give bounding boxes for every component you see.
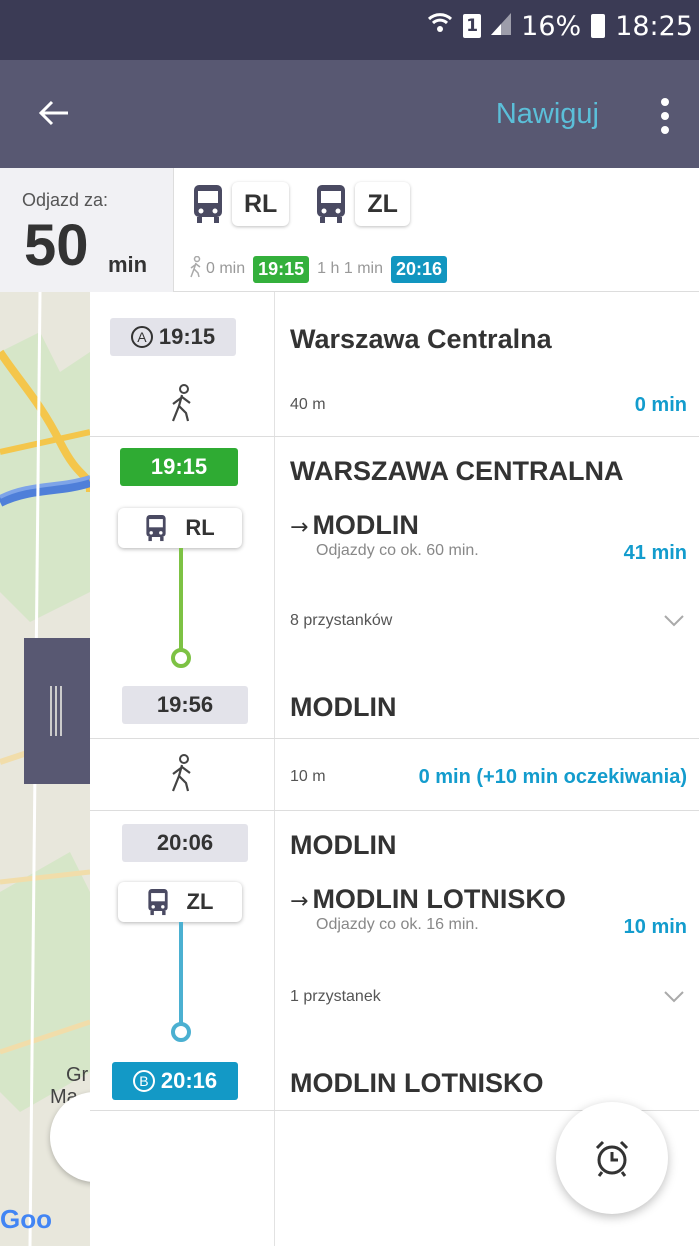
zl-line-label: ZL bbox=[186, 889, 214, 914]
zl-stop-dot bbox=[171, 1022, 191, 1042]
route-summary: Odjazd za: 50 min RL ZL 0 min 19:15 1 h … bbox=[0, 168, 699, 292]
bus-icon bbox=[192, 183, 224, 225]
clock: 18:25 bbox=[615, 10, 693, 42]
start-stop-name: Warszawa Centralna bbox=[290, 324, 552, 354]
line-chips: RL ZL bbox=[192, 182, 410, 226]
rl-arrival-time: 19:56 bbox=[122, 686, 248, 724]
end-time-badge: 20:16 bbox=[390, 255, 448, 283]
google-logo: Goo bbox=[0, 1204, 52, 1234]
timeline-bar: 0 min 19:15 1 h 1 min 20:16 bbox=[174, 246, 699, 292]
rl-stop-dot bbox=[171, 648, 191, 668]
zl-departure-stop: MODLIN bbox=[290, 830, 397, 860]
start-time-pill: A 19:15 bbox=[110, 318, 236, 356]
battery-icon bbox=[591, 14, 606, 38]
bus-icon bbox=[315, 183, 347, 225]
navigate-button[interactable]: Nawiguj bbox=[496, 98, 599, 131]
alarm-button[interactable] bbox=[556, 1102, 668, 1214]
end-time-pill: B 20:16 bbox=[112, 1062, 238, 1100]
line-chip-rl: RL bbox=[232, 182, 290, 226]
rl-departure-stop: WARSZAWA CENTRALNA bbox=[290, 456, 624, 486]
line-chip-zl: ZL bbox=[355, 182, 410, 226]
bus-icon bbox=[147, 887, 169, 917]
zl-destination: → MODLIN LOTNISKO bbox=[290, 884, 566, 914]
app-bar: Nawiguj bbox=[0, 60, 699, 168]
wifi-icon bbox=[427, 10, 453, 42]
rl-stops-count[interactable]: 8 przystanków bbox=[290, 612, 392, 630]
departure-countdown: Odjazd za: 50 min bbox=[0, 168, 174, 292]
walk-icon bbox=[164, 754, 200, 794]
departs-label: Odjazd za: bbox=[22, 190, 109, 210]
signal-icon bbox=[491, 11, 512, 42]
zl-duration: 10 min bbox=[623, 916, 687, 938]
walk-icon bbox=[164, 384, 200, 424]
zl-route-line bbox=[179, 922, 183, 1026]
alarm-icon bbox=[595, 1140, 629, 1177]
rl-destination: → MODLIN bbox=[290, 510, 419, 540]
rl-arrival-stop: MODLIN bbox=[290, 692, 397, 722]
map-label: Gr bbox=[66, 1064, 89, 1086]
rl-duration: 41 min bbox=[623, 542, 687, 564]
walk-duration: 0 min bbox=[634, 394, 687, 416]
transfer-duration: 0 min (+10 min oczekiwania) bbox=[418, 766, 687, 788]
point-a-icon: A bbox=[130, 326, 153, 348]
bus-icon bbox=[145, 513, 167, 543]
rl-departure-time: 19:15 bbox=[120, 448, 238, 486]
departs-unit: min bbox=[108, 252, 148, 277]
trip-duration: 1 h 1 min bbox=[317, 260, 383, 277]
zl-line-chip[interactable]: ZL bbox=[118, 882, 242, 922]
chevron-down-icon[interactable] bbox=[663, 990, 685, 1004]
drag-handle[interactable] bbox=[24, 638, 90, 784]
zl-departure-time: 20:06 bbox=[122, 824, 248, 862]
point-b-icon: B bbox=[132, 1070, 155, 1092]
chevron-down-icon[interactable] bbox=[663, 614, 685, 628]
rl-route-line bbox=[179, 548, 183, 652]
transfer-distance: 10 m bbox=[290, 768, 326, 785]
back-arrow-icon[interactable] bbox=[34, 88, 74, 138]
walk-time: 0 min bbox=[206, 260, 246, 277]
start-time-badge: 19:15 bbox=[253, 255, 310, 283]
map-view[interactable]: Gr Ma Goo bbox=[0, 292, 90, 1246]
zl-stops-count[interactable]: 1 przystanek bbox=[290, 988, 381, 1006]
sim-icon: 1 bbox=[463, 14, 482, 38]
departs-value: 50 bbox=[24, 213, 89, 278]
more-vert-icon[interactable] bbox=[661, 98, 669, 134]
end-time: 20:16 bbox=[160, 1068, 218, 1093]
rl-frequency: Odjazdy co ok. 60 min. bbox=[316, 542, 479, 559]
start-time: 19:15 bbox=[158, 324, 216, 349]
status-bar: 1 16% 18:25 bbox=[0, 0, 699, 60]
zl-frequency: Odjazdy co ok. 16 min. bbox=[316, 916, 479, 933]
walk-distance: 40 m bbox=[290, 396, 326, 413]
battery-percent: 16% bbox=[521, 10, 582, 42]
rl-line-label: RL bbox=[185, 515, 215, 540]
rl-line-chip[interactable]: RL bbox=[118, 508, 242, 548]
walk-icon bbox=[188, 255, 204, 283]
end-stop-name: MODLIN LOTNISKO bbox=[290, 1068, 544, 1098]
